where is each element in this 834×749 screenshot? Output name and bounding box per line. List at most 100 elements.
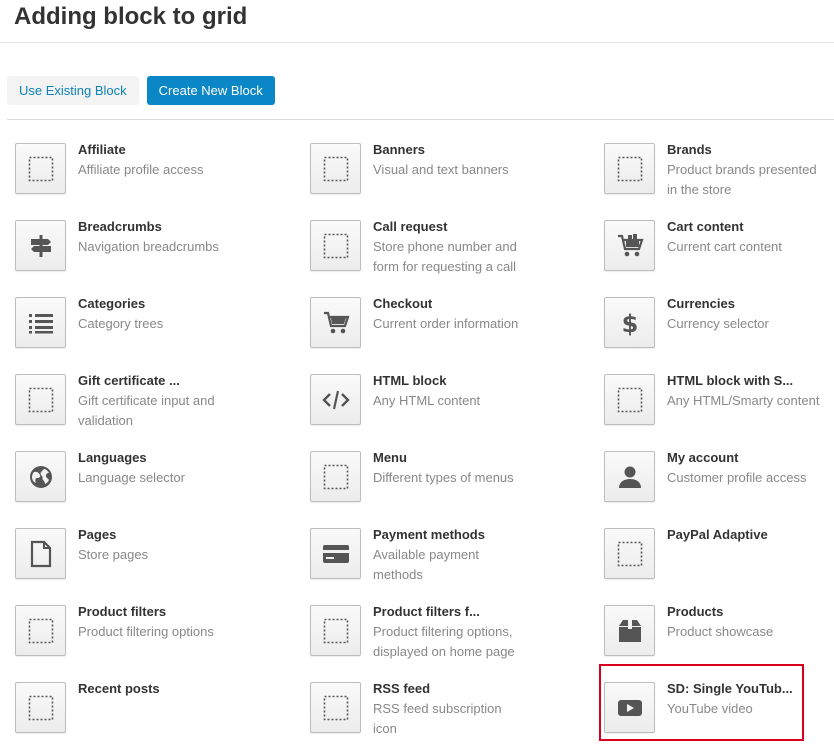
list-icon [15,297,66,348]
block-description: Product filtering options [78,624,214,639]
block-name: PayPal Adaptive [667,527,768,542]
block-item[interactable]: RSS feed RSS feed subscription icon [310,679,600,749]
block-description: Product showcase [667,624,774,639]
block-name: Recent posts [78,681,160,696]
block-description: Affiliate profile access [78,162,204,177]
block-description: Different types of menus [373,470,514,485]
block-item[interactable]: Menu Different types of menus [310,448,600,518]
block-item[interactable]: Product filters Product filtering options [15,602,305,672]
block-description: Language selector [78,470,185,485]
block-description: Product filtering options, displayed on … [373,624,515,659]
block-item[interactable]: Cart content Current cart content [604,217,834,287]
block-item[interactable]: Checkout Current order information [310,294,600,364]
block-item[interactable]: Languages Language selector [15,448,305,518]
block-name: Banners [373,142,426,157]
dotted-square-icon [604,143,655,194]
block-description: Currency selector [667,316,769,331]
block-description: Store pages [78,547,149,562]
credit-card-icon [310,528,361,579]
block-item[interactable]: Product filters f... Product filtering op… [310,602,600,672]
block-name: Gift certificate ... [78,373,180,388]
block-item[interactable]: Payment methods Available payment methods [310,525,600,595]
block-name: HTML block with S... [667,373,794,388]
block-item[interactable]: Categories Category trees [15,294,305,364]
user-icon [604,451,655,502]
block-name: Pages [78,527,117,542]
cart-full-icon [604,220,655,271]
block-description: Current cart content [667,239,782,254]
block-name: Product filters [78,604,167,619]
block-description: Current order information [373,316,519,331]
code-icon [310,374,361,425]
dotted-square-icon [15,682,66,733]
block-description: Any HTML content [373,393,481,408]
block-description: YouTube video [667,701,753,716]
box-icon [604,605,655,656]
dotted-square-icon [310,220,361,271]
block-item[interactable]: Pages Store pages [15,525,305,595]
block-name: Affiliate [78,142,126,157]
signpost-icon [15,220,66,271]
block-name: My account [667,450,739,465]
dotted-square-icon [15,143,66,194]
block-item[interactable]: Gift certificate ... Gift certificate inp… [15,371,305,441]
block-name: Cart content [667,219,744,234]
block-description: Available payment methods [373,547,479,582]
block-name: SD: Single YouTub... [667,681,793,696]
block-description: Customer profile access [667,470,807,485]
block-item[interactable]: SD: Single YouTub... YouTube video [604,679,834,749]
block-description: Gift certificate input and validation [78,393,215,428]
page-title: Adding block to grid [14,3,248,30]
block-item[interactable]: Banners Visual and text banners [310,140,600,210]
dotted-square-icon [310,605,361,656]
block-name: Checkout [373,296,433,311]
block-description: Category trees [78,316,164,331]
block-name: Categories [78,296,146,311]
block-description: Visual and text banners [373,162,509,177]
header-divider [0,42,834,43]
dotted-square-icon [310,451,361,502]
block-name: Product filters f... [373,604,480,619]
block-name: HTML block [373,373,447,388]
dotted-square-icon [604,528,655,579]
globe-icon [15,451,66,502]
youtube-icon [604,682,655,733]
dotted-square-icon [15,374,66,425]
block-name: Payment methods [373,527,485,542]
block-name: Languages [78,450,147,465]
block-name: Currencies [667,296,735,311]
block-description: RSS feed subscription icon [373,701,502,736]
dotted-square-icon [15,605,66,656]
block-source-tabs: Use Existing Block Create New Block [7,76,275,105]
block-item[interactable]: $ Currencies Currency selector [604,294,834,364]
block-name: RSS feed [373,681,431,696]
block-item[interactable]: Brands Product brands presented in the st… [604,140,834,210]
create-new-block-tab[interactable]: Create New Block [146,76,275,105]
page-icon [15,528,66,579]
tabs-divider [7,119,834,120]
block-name: Breadcrumbs [78,219,162,234]
block-description: Store phone number and form for requesti… [373,239,517,274]
dotted-square-icon [310,682,361,733]
dotted-square-icon [604,374,655,425]
block-item[interactable]: Recent posts [15,679,305,749]
cart-icon [310,297,361,348]
dotted-square-icon [310,143,361,194]
block-item[interactable]: HTML block Any HTML content [310,371,600,441]
svg-text:$: $ [621,310,638,337]
block-item[interactable]: Breadcrumbs Navigation breadcrumbs [15,217,305,287]
dollar-icon: $ [604,297,655,348]
use-existing-block-tab[interactable]: Use Existing Block [7,76,139,105]
block-item[interactable]: PayPal Adaptive [604,525,834,595]
block-item[interactable]: Affiliate Affiliate profile access [15,140,305,210]
block-name: Menu [373,450,407,465]
block-item[interactable]: HTML block with S... Any HTML/Smarty cont… [604,371,834,441]
block-item[interactable]: Call request Store phone number and form … [310,217,600,287]
block-description: Product brands presented in the store [667,162,817,197]
block-name: Call request [373,219,448,234]
block-item[interactable]: My account Customer profile access [604,448,834,518]
block-description: Navigation breadcrumbs [78,239,219,254]
block-description: Any HTML/Smarty content [667,393,820,408]
block-item[interactable]: Products Product showcase [604,602,834,672]
block-name: Products [667,604,724,619]
